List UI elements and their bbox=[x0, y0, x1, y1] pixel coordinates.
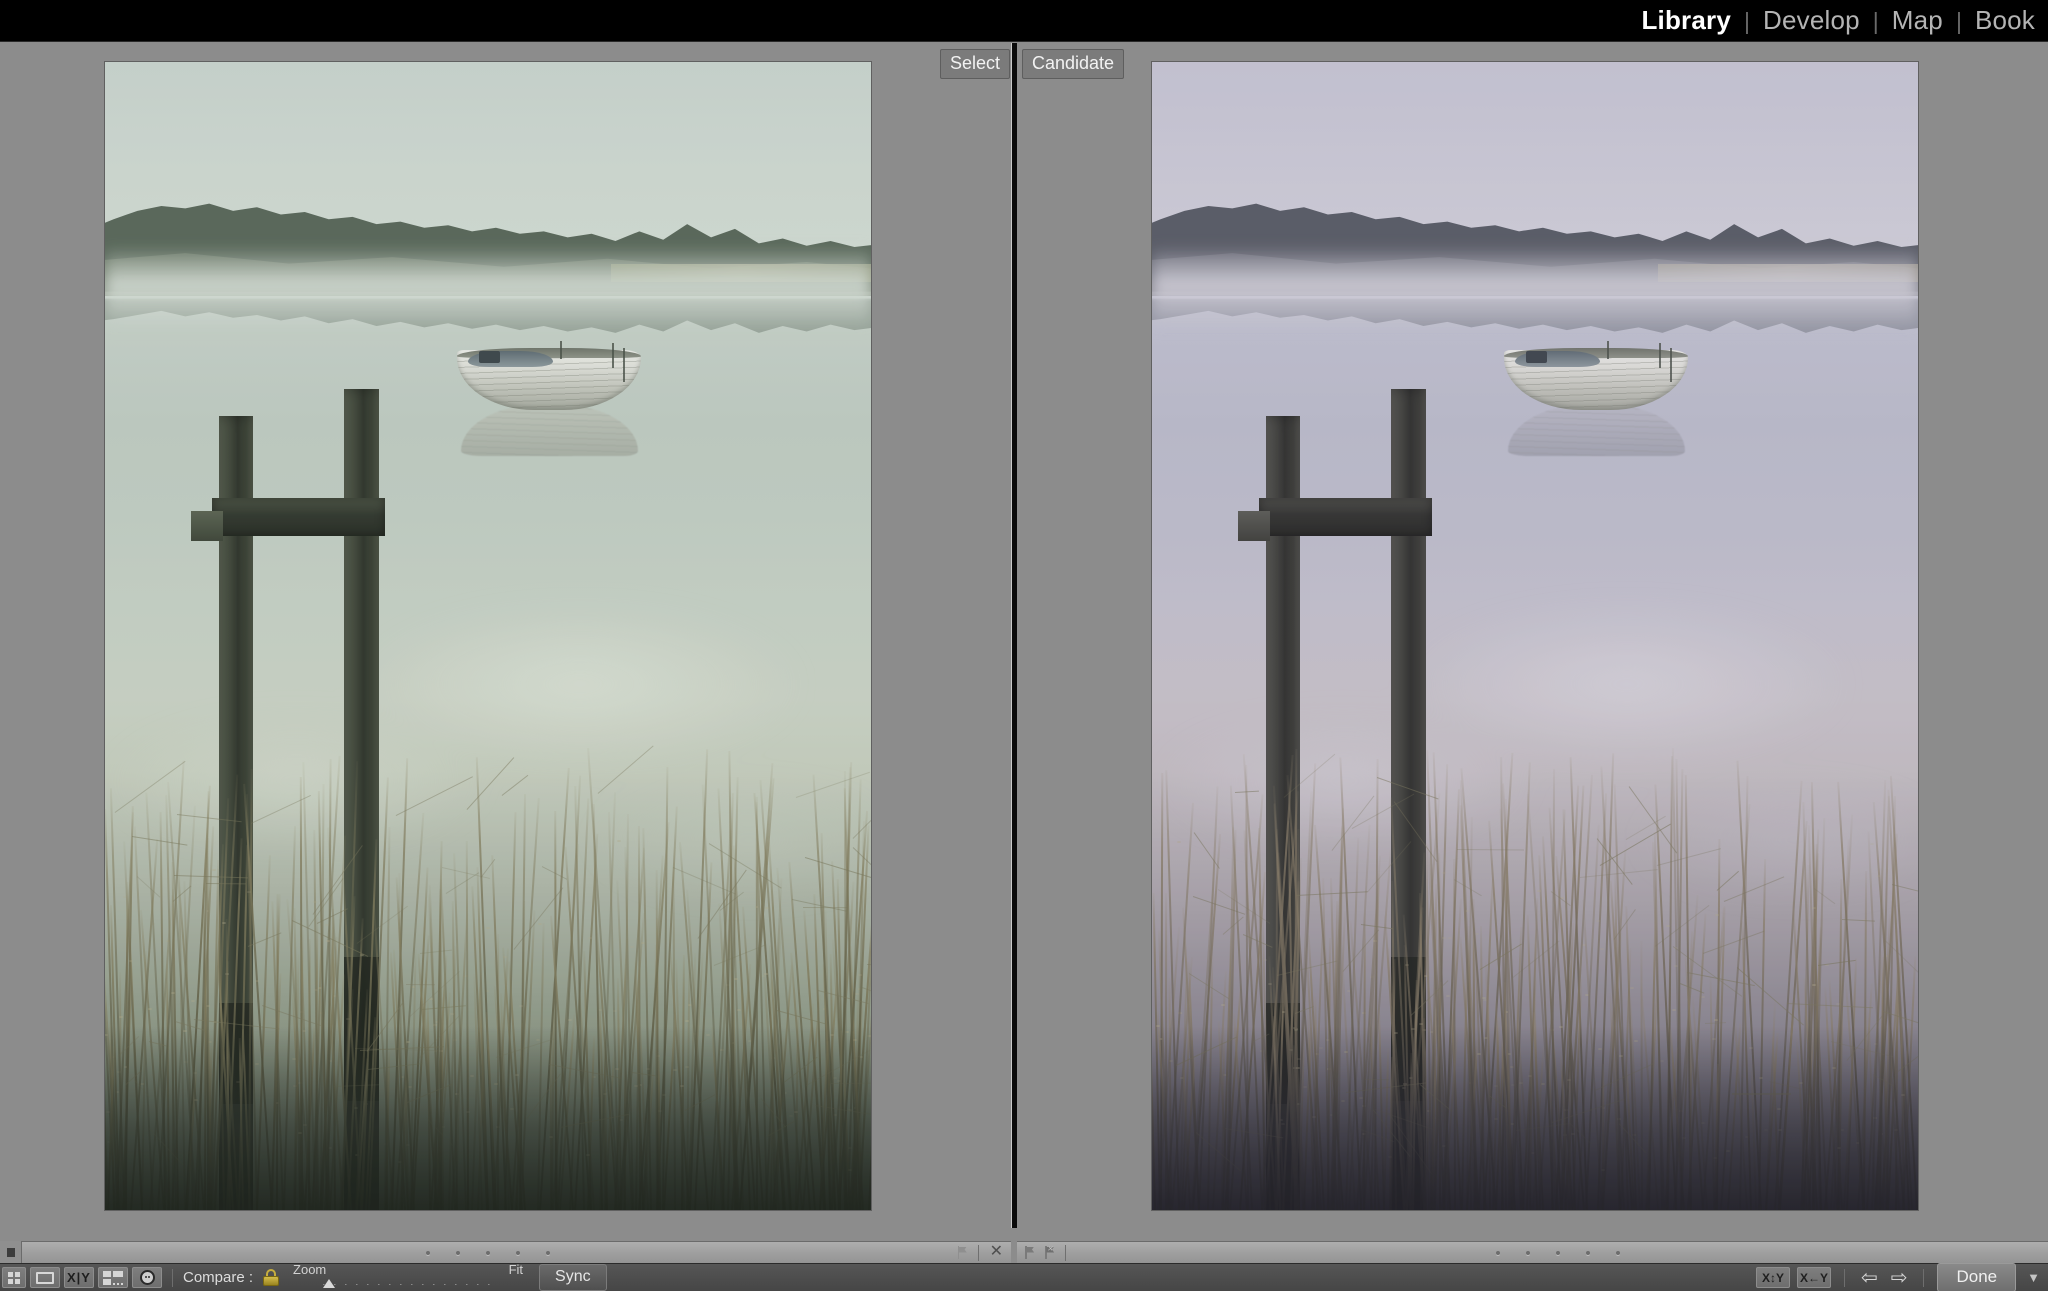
pane-divider[interactable] bbox=[1011, 43, 1017, 1228]
lightroom-window: Library | Develop | Map | Book Select Ca… bbox=[0, 0, 2048, 1291]
star-1[interactable] bbox=[426, 1251, 430, 1255]
select-info-bar: 3 ✕ bbox=[0, 1241, 1011, 1263]
zoom-control-group: Zoom Fit bbox=[293, 1263, 523, 1291]
mooring-post-a bbox=[560, 341, 562, 359]
loupe-view-button[interactable] bbox=[30, 1267, 60, 1288]
compare-view-button[interactable]: X|Y bbox=[64, 1267, 94, 1288]
compare-work-area: Select Candidate bbox=[0, 43, 2048, 1228]
star-5[interactable] bbox=[546, 1251, 550, 1255]
candidate-star-rating[interactable] bbox=[1496, 1251, 1620, 1255]
compare-label: Compare : bbox=[183, 1270, 253, 1285]
zoom-slider-track bbox=[323, 1284, 493, 1285]
module-develop[interactable]: Develop bbox=[1750, 0, 1873, 41]
star-3[interactable] bbox=[1556, 1251, 1560, 1255]
flag-icon[interactable] bbox=[1023, 1246, 1036, 1259]
rowing-boat bbox=[457, 339, 641, 454]
done-button[interactable]: Done bbox=[1937, 1263, 2016, 1291]
boat-reflection-planks bbox=[461, 405, 637, 456]
toolbar-right-group: X↕Y X←Y ⇦ ⇨ Done ▼ bbox=[1756, 1263, 2048, 1291]
star-4[interactable] bbox=[1586, 1251, 1590, 1255]
infobar-divider-3 bbox=[1065, 1245, 1066, 1261]
swap-photos-button[interactable]: X↕Y bbox=[1756, 1267, 1790, 1288]
candidate-flag-controls: ✕ bbox=[1017, 1245, 1068, 1261]
select-star-rating[interactable] bbox=[426, 1251, 550, 1255]
select-label[interactable]: Select bbox=[940, 49, 1010, 79]
select-flag-controls: ✕ bbox=[956, 1244, 1011, 1262]
mooring-post-b bbox=[612, 343, 614, 368]
reject-x-icon[interactable]: ✕ bbox=[988, 1244, 1005, 1262]
grid-icon bbox=[8, 1272, 20, 1284]
filmstrip-toggle[interactable] bbox=[0, 1241, 22, 1263]
star-3[interactable] bbox=[486, 1251, 490, 1255]
toolbar-separator-2 bbox=[1844, 1269, 1845, 1287]
star-5[interactable] bbox=[1616, 1251, 1620, 1255]
rowing-boat bbox=[1504, 339, 1688, 454]
arrow-left-icon[interactable]: ⇦ bbox=[1858, 1268, 1881, 1288]
flag-rejected-icon[interactable]: ✕ bbox=[1043, 1246, 1056, 1259]
mooring-post-b bbox=[1659, 343, 1661, 368]
people-view-button[interactable] bbox=[132, 1267, 162, 1288]
module-library[interactable]: Library bbox=[1628, 0, 1744, 41]
zoom-label: Zoom bbox=[293, 1263, 326, 1276]
boat-reflection bbox=[1508, 405, 1684, 456]
star-1[interactable] bbox=[1496, 1251, 1500, 1255]
boat-outboard bbox=[479, 351, 499, 362]
select-photo-scene bbox=[105, 62, 871, 1210]
select-photo[interactable] bbox=[105, 62, 871, 1210]
compare-xy-icon: X|Y bbox=[67, 1271, 91, 1284]
toolbar-separator-1 bbox=[172, 1269, 173, 1287]
boat-outboard bbox=[1526, 351, 1546, 362]
zoom-slider[interactable] bbox=[323, 1276, 493, 1291]
toolbar-left-group: X|Y Compare : Zoom Fit bbox=[0, 1263, 607, 1291]
star-2[interactable] bbox=[456, 1251, 460, 1255]
zoom-captions: Zoom Fit bbox=[293, 1263, 523, 1276]
candidate-photo[interactable] bbox=[1152, 62, 1918, 1210]
toolbar-separator-3 bbox=[1923, 1269, 1924, 1287]
chevron-down-icon[interactable]: ▼ bbox=[2023, 1270, 2044, 1285]
zoom-slider-knob[interactable] bbox=[323, 1279, 335, 1288]
candidate-photo-scene bbox=[1152, 62, 1918, 1210]
foreground-dark-water bbox=[105, 1026, 871, 1210]
mist-band bbox=[105, 246, 871, 326]
grid-view-button[interactable] bbox=[2, 1267, 26, 1288]
mooring-post-c bbox=[623, 348, 625, 382]
star-2[interactable] bbox=[1526, 1251, 1530, 1255]
jetty-crossbar bbox=[1259, 498, 1432, 536]
foreground-dark-water bbox=[1152, 1026, 1918, 1210]
candidate-info-bar: ✕ bbox=[1017, 1241, 2048, 1263]
lock-closed-icon[interactable] bbox=[263, 1269, 279, 1286]
jetty-stub bbox=[191, 511, 223, 541]
mooring-post-a bbox=[1607, 341, 1609, 359]
star-4[interactable] bbox=[516, 1251, 520, 1255]
module-picker-bar: Library | Develop | Map | Book bbox=[0, 0, 2048, 42]
boat-reflection bbox=[461, 405, 637, 456]
face-icon bbox=[140, 1270, 155, 1285]
module-picker: Library | Develop | Map | Book bbox=[1628, 0, 2048, 42]
loupe-icon bbox=[36, 1272, 54, 1284]
jetty-stub bbox=[1238, 511, 1270, 541]
mooring-post-c bbox=[1670, 348, 1672, 382]
mist-band bbox=[1152, 246, 1918, 326]
module-book[interactable]: Book bbox=[1962, 0, 2048, 41]
bottom-toolbar: X|Y Compare : Zoom Fit bbox=[0, 1263, 2048, 1291]
jetty-crossbar bbox=[212, 498, 385, 536]
make-select-button[interactable]: X←Y bbox=[1797, 1267, 1831, 1288]
survey-icon bbox=[103, 1271, 123, 1285]
infobar-divider-2 bbox=[978, 1245, 979, 1261]
candidate-label[interactable]: Candidate bbox=[1022, 49, 1124, 79]
module-map[interactable]: Map bbox=[1879, 0, 1956, 41]
flag-icon[interactable] bbox=[956, 1246, 969, 1259]
arrow-right-icon[interactable]: ⇨ bbox=[1888, 1268, 1911, 1288]
fit-label: Fit bbox=[509, 1263, 523, 1276]
survey-view-button[interactable] bbox=[98, 1267, 128, 1288]
boat-reflection-planks bbox=[1508, 405, 1684, 456]
sync-button[interactable]: Sync bbox=[539, 1264, 607, 1291]
